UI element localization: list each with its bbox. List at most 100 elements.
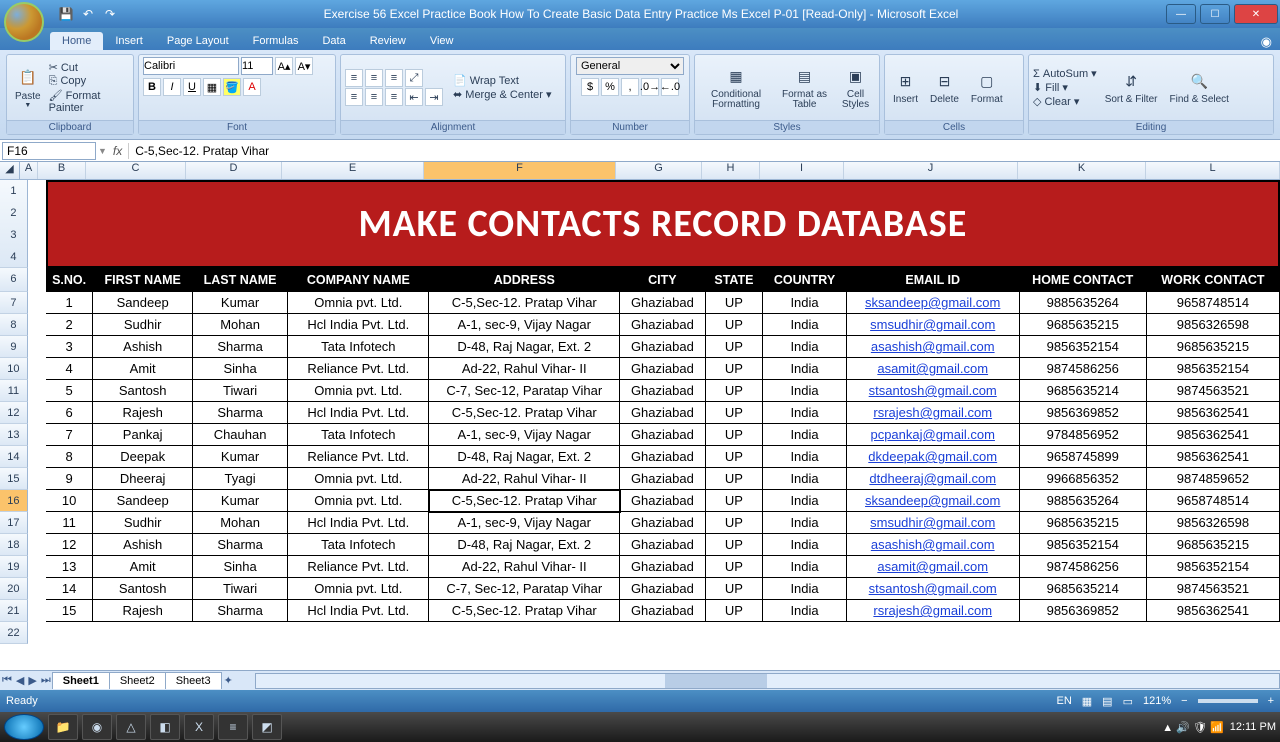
cell-email[interactable]: smsudhir@gmail.com xyxy=(847,512,1020,534)
cell-country[interactable]: India xyxy=(763,468,846,490)
taskbar-chrome-icon[interactable]: ◉ xyxy=(82,714,112,740)
paste-button[interactable]: 📋Paste▼ xyxy=(11,65,45,111)
cell-workcontact[interactable]: 9874563521 xyxy=(1147,578,1280,600)
cell-sno[interactable]: 1 xyxy=(46,292,94,314)
italic-button[interactable]: I xyxy=(163,78,181,96)
border-button[interactable]: ▦ xyxy=(203,78,221,96)
cell-country[interactable]: India xyxy=(763,402,846,424)
cell-state[interactable]: UP xyxy=(706,600,764,622)
font-color-button[interactable]: A xyxy=(243,78,261,96)
cell-sno[interactable]: 8 xyxy=(46,446,94,468)
cell-firstname[interactable]: Sandeep xyxy=(93,292,192,314)
increase-decimal-button[interactable]: .0→ xyxy=(641,78,659,96)
sheet-tab-2[interactable]: Sheet2 xyxy=(109,672,166,689)
cell-firstname[interactable]: Sudhir xyxy=(93,512,192,534)
cell-firstname[interactable]: Amit xyxy=(93,358,192,380)
redo-icon[interactable]: ↷ xyxy=(102,6,118,22)
cell-city[interactable]: Ghaziabad xyxy=(620,402,705,424)
cell-homecontact[interactable]: 9856352154 xyxy=(1020,336,1147,358)
cell-workcontact[interactable]: 9856362541 xyxy=(1147,402,1280,424)
taskbar-app3-icon[interactable]: ◩ xyxy=(252,714,282,740)
col-header-L[interactable]: L xyxy=(1146,162,1280,179)
cell-lastname[interactable]: Sinha xyxy=(193,358,288,380)
cell-company[interactable]: Reliance Pvt. Ltd. xyxy=(288,446,429,468)
cell-firstname[interactable]: Rajesh xyxy=(93,600,192,622)
comma-button[interactable]: , xyxy=(621,78,639,96)
taskbar-app2-icon[interactable]: ≡ xyxy=(218,714,248,740)
percent-button[interactable]: % xyxy=(601,78,619,96)
taskbar-excel-icon[interactable]: X xyxy=(184,714,214,740)
align-left-button[interactable]: ≡ xyxy=(345,88,363,106)
cell-country[interactable]: India xyxy=(763,424,846,446)
cell-country[interactable]: India xyxy=(763,512,846,534)
cell-lastname[interactable]: Tiwari xyxy=(193,578,288,600)
cell-state[interactable]: UP xyxy=(706,402,764,424)
decrease-indent-button[interactable]: ⇤ xyxy=(405,88,423,106)
cell-sno[interactable]: 2 xyxy=(46,314,94,336)
cell-city[interactable]: Ghaziabad xyxy=(620,534,705,556)
cell-address[interactable]: C-5,Sec-12. Pratap Vihar xyxy=(429,402,620,424)
cell-workcontact[interactable]: 9856326598 xyxy=(1147,512,1280,534)
cell-homecontact[interactable]: 9685635215 xyxy=(1020,512,1147,534)
fill-color-button[interactable]: 🪣 xyxy=(223,78,241,96)
fill-button[interactable]: ⬇ Fill ▾ xyxy=(1033,81,1097,94)
format-cells-button[interactable]: ▢Format xyxy=(967,68,1007,107)
tab-data[interactable]: Data xyxy=(310,32,357,50)
taskbar-vlc-icon[interactable]: △ xyxy=(116,714,146,740)
cell-sno[interactable]: 3 xyxy=(46,336,94,358)
col-header-G[interactable]: G xyxy=(616,162,702,179)
cell-lastname[interactable]: Kumar xyxy=(193,490,288,512)
col-header-D[interactable]: D xyxy=(186,162,282,179)
row-header-18[interactable]: 18 xyxy=(0,534,28,556)
cell-city[interactable]: Ghaziabad xyxy=(620,292,705,314)
delete-cells-button[interactable]: ⊟Delete xyxy=(926,68,963,107)
cell-city[interactable]: Ghaziabad xyxy=(620,600,705,622)
cell-country[interactable]: India xyxy=(763,490,846,512)
cell-sno[interactable]: 4 xyxy=(46,358,94,380)
cell-email[interactable]: asamit@gmail.com xyxy=(847,358,1020,380)
merge-center-button[interactable]: ⬌ Merge & Center ▾ xyxy=(453,88,552,101)
cell-workcontact[interactable]: 9856352154 xyxy=(1147,358,1280,380)
align-center-button[interactable]: ≡ xyxy=(365,88,383,106)
save-icon[interactable]: 💾 xyxy=(58,6,74,22)
currency-button[interactable]: $ xyxy=(581,78,599,96)
sheet-tab-1[interactable]: Sheet1 xyxy=(52,672,110,689)
cell-address[interactable]: Ad-22, Rahul Vihar- II xyxy=(429,468,620,490)
zoom-level[interactable]: 121% xyxy=(1143,695,1171,707)
cell-country[interactable]: India xyxy=(763,380,846,402)
cell-address[interactable]: D-48, Raj Nagar, Ext. 2 xyxy=(429,534,620,556)
cell-city[interactable]: Ghaziabad xyxy=(620,490,705,512)
cell-lastname[interactable]: Kumar xyxy=(193,446,288,468)
cell-workcontact[interactable]: 9685635215 xyxy=(1147,534,1280,556)
cell-state[interactable]: UP xyxy=(706,578,764,600)
number-format-select[interactable]: General xyxy=(576,57,684,75)
row-header-21[interactable]: 21 xyxy=(0,600,28,622)
cell-homecontact[interactable]: 9685635215 xyxy=(1020,314,1147,336)
cell-sno[interactable]: 7 xyxy=(46,424,94,446)
cell-city[interactable]: Ghaziabad xyxy=(620,380,705,402)
align-middle-button[interactable]: ≡ xyxy=(365,69,383,87)
increase-indent-button[interactable]: ⇥ xyxy=(425,88,443,106)
cell-sno[interactable]: 11 xyxy=(46,512,94,534)
cell-state[interactable]: UP xyxy=(706,380,764,402)
cell-workcontact[interactable]: 9874859652 xyxy=(1147,468,1280,490)
cell-company[interactable]: Tata Infotech xyxy=(288,336,429,358)
row-header-9[interactable]: 9 xyxy=(0,336,28,358)
shrink-font-button[interactable]: A▾ xyxy=(295,57,313,75)
cell-workcontact[interactable]: 9856352154 xyxy=(1147,556,1280,578)
start-button[interactable] xyxy=(4,714,44,740)
cell-firstname[interactable]: Deepak xyxy=(93,446,192,468)
new-sheet-button[interactable]: ✦ xyxy=(222,674,235,687)
close-button[interactable]: ✕ xyxy=(1234,4,1278,24)
cell-address[interactable]: C-7, Sec-12, Paratap Vihar xyxy=(429,578,620,600)
tab-home[interactable]: Home xyxy=(50,32,103,50)
autosum-button[interactable]: Σ AutoSum ▾ xyxy=(1033,67,1097,80)
cell-company[interactable]: Hcl India Pvt. Ltd. xyxy=(288,314,429,336)
align-right-button[interactable]: ≡ xyxy=(385,88,403,106)
cell-state[interactable]: UP xyxy=(706,490,764,512)
cell-country[interactable]: India xyxy=(763,446,846,468)
cell-email[interactable]: sksandeep@gmail.com xyxy=(847,292,1020,314)
cell-state[interactable]: UP xyxy=(706,446,764,468)
cell-homecontact[interactable]: 9885635264 xyxy=(1020,292,1147,314)
cell-address[interactable]: C-5,Sec-12. Pratap Vihar xyxy=(429,600,620,622)
